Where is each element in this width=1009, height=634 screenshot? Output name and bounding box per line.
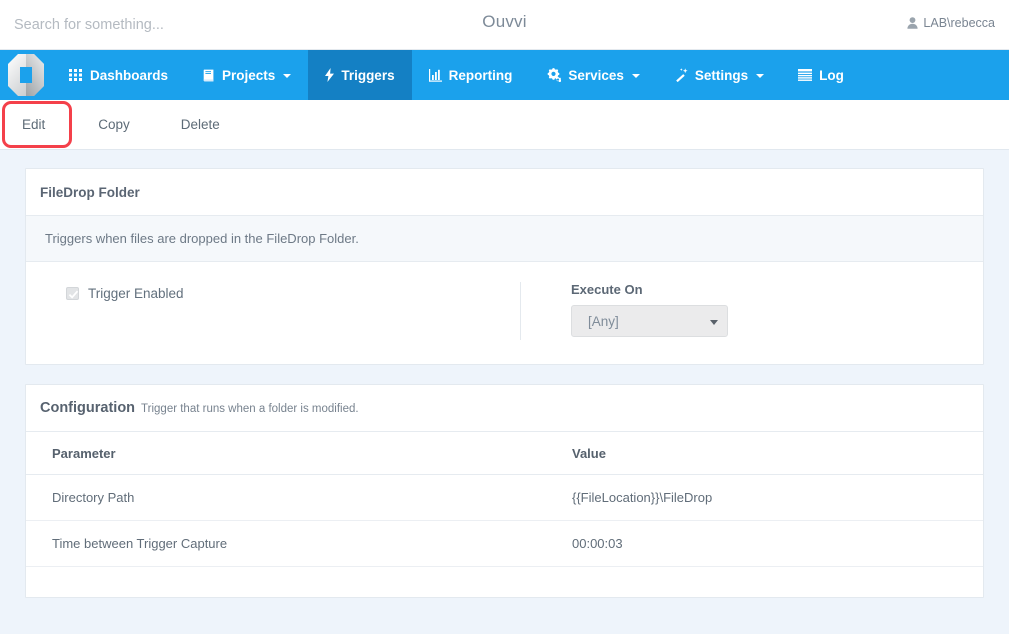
parameter-value: {{FileLocation}}\FileDrop bbox=[546, 474, 983, 521]
ouvvi-logo-icon[interactable] bbox=[0, 50, 52, 100]
nav-item-reporting[interactable]: Reporting bbox=[412, 50, 530, 100]
table-header-row: Parameter Value bbox=[26, 432, 983, 475]
user-name: LAB\rebecca bbox=[923, 16, 995, 30]
user-menu[interactable]: LAB\rebecca bbox=[907, 16, 995, 30]
trigger-panel-body: Trigger Enabled Execute On [Any] bbox=[26, 262, 983, 364]
table-row: Time between Trigger Capture 00:00:03 bbox=[26, 520, 983, 567]
trigger-panel: FileDrop Folder Triggers when files are … bbox=[25, 168, 984, 365]
trigger-panel-title: FileDrop Folder bbox=[26, 169, 983, 216]
nav-label-settings: Settings bbox=[694, 67, 749, 83]
trigger-enabled-group: Trigger Enabled bbox=[40, 282, 520, 301]
edit-button[interactable]: Edit bbox=[22, 117, 45, 132]
trigger-panel-description: Triggers when files are dropped in the F… bbox=[26, 216, 983, 262]
parameter-name: Time between Trigger Capture bbox=[26, 520, 546, 567]
chevron-down-icon bbox=[631, 74, 640, 78]
configuration-title: Configuration bbox=[40, 400, 136, 416]
action-toolbar: Edit Copy Delete bbox=[0, 100, 1009, 150]
chevron-down-icon bbox=[283, 74, 292, 78]
panel-spacer bbox=[25, 365, 984, 384]
delete-button[interactable]: Delete bbox=[181, 117, 220, 132]
main-content: FileDrop Folder Triggers when files are … bbox=[0, 150, 1009, 598]
nav-label-services: Services bbox=[568, 67, 624, 83]
trigger-enabled-row[interactable]: Trigger Enabled bbox=[66, 286, 520, 301]
trigger-enabled-checkbox[interactable] bbox=[66, 287, 79, 300]
execute-on-value: [Any] bbox=[588, 313, 619, 329]
nav-label-reporting: Reporting bbox=[448, 67, 513, 83]
page-title: Ouvvi bbox=[482, 12, 527, 31]
top-bar: Ouvvi LAB\rebecca bbox=[0, 0, 1009, 50]
configuration-subtitle: Trigger that runs when a folder is modif… bbox=[141, 403, 359, 415]
nav-item-services[interactable]: Services bbox=[529, 50, 657, 100]
nav-item-dashboards[interactable]: Dashboards bbox=[52, 50, 185, 100]
panel-footer-space bbox=[26, 567, 983, 597]
parameters-table: Parameter Value Directory Path {{FileLoc… bbox=[26, 432, 983, 567]
list-icon bbox=[798, 69, 813, 81]
configuration-panel: Configuration Trigger that runs when a f… bbox=[25, 384, 984, 598]
chevron-down-icon bbox=[710, 319, 718, 325]
nav-label-dashboards: Dashboards bbox=[90, 67, 169, 83]
nav-item-triggers[interactable]: Triggers bbox=[308, 50, 412, 100]
nav-label-triggers: Triggers bbox=[341, 67, 395, 83]
book-icon bbox=[202, 69, 215, 82]
nav-item-settings[interactable]: Settings bbox=[657, 50, 781, 100]
configuration-header: Configuration Trigger that runs when a f… bbox=[26, 385, 983, 432]
column-header-value: Value bbox=[546, 432, 983, 475]
cogs-icon bbox=[546, 68, 562, 82]
execute-on-group: Execute On [Any] bbox=[521, 282, 728, 337]
parameter-value: 00:00:03 bbox=[546, 520, 983, 567]
bolt-icon bbox=[325, 68, 335, 82]
nav-label-projects: Projects bbox=[222, 67, 276, 83]
execute-on-select[interactable]: [Any] bbox=[571, 305, 728, 337]
magic-wand-icon bbox=[674, 68, 688, 82]
nav-label-log: Log bbox=[819, 67, 844, 83]
grid-icon bbox=[69, 69, 83, 81]
chevron-down-icon bbox=[756, 74, 765, 78]
user-icon bbox=[907, 17, 919, 29]
bar-chart-icon bbox=[428, 68, 442, 82]
nav-item-log[interactable]: Log bbox=[781, 50, 861, 100]
trigger-enabled-label: Trigger Enabled bbox=[88, 286, 184, 301]
table-row: Directory Path {{FileLocation}}\FileDrop bbox=[26, 474, 983, 521]
copy-button[interactable]: Copy bbox=[98, 117, 130, 132]
nav-item-projects[interactable]: Projects bbox=[185, 50, 308, 100]
column-header-parameter: Parameter bbox=[26, 432, 546, 475]
parameter-name: Directory Path bbox=[26, 474, 546, 521]
main-navigation: Dashboards Projects Triggers Reporting S… bbox=[0, 50, 1009, 100]
execute-on-label: Execute On bbox=[571, 282, 643, 297]
